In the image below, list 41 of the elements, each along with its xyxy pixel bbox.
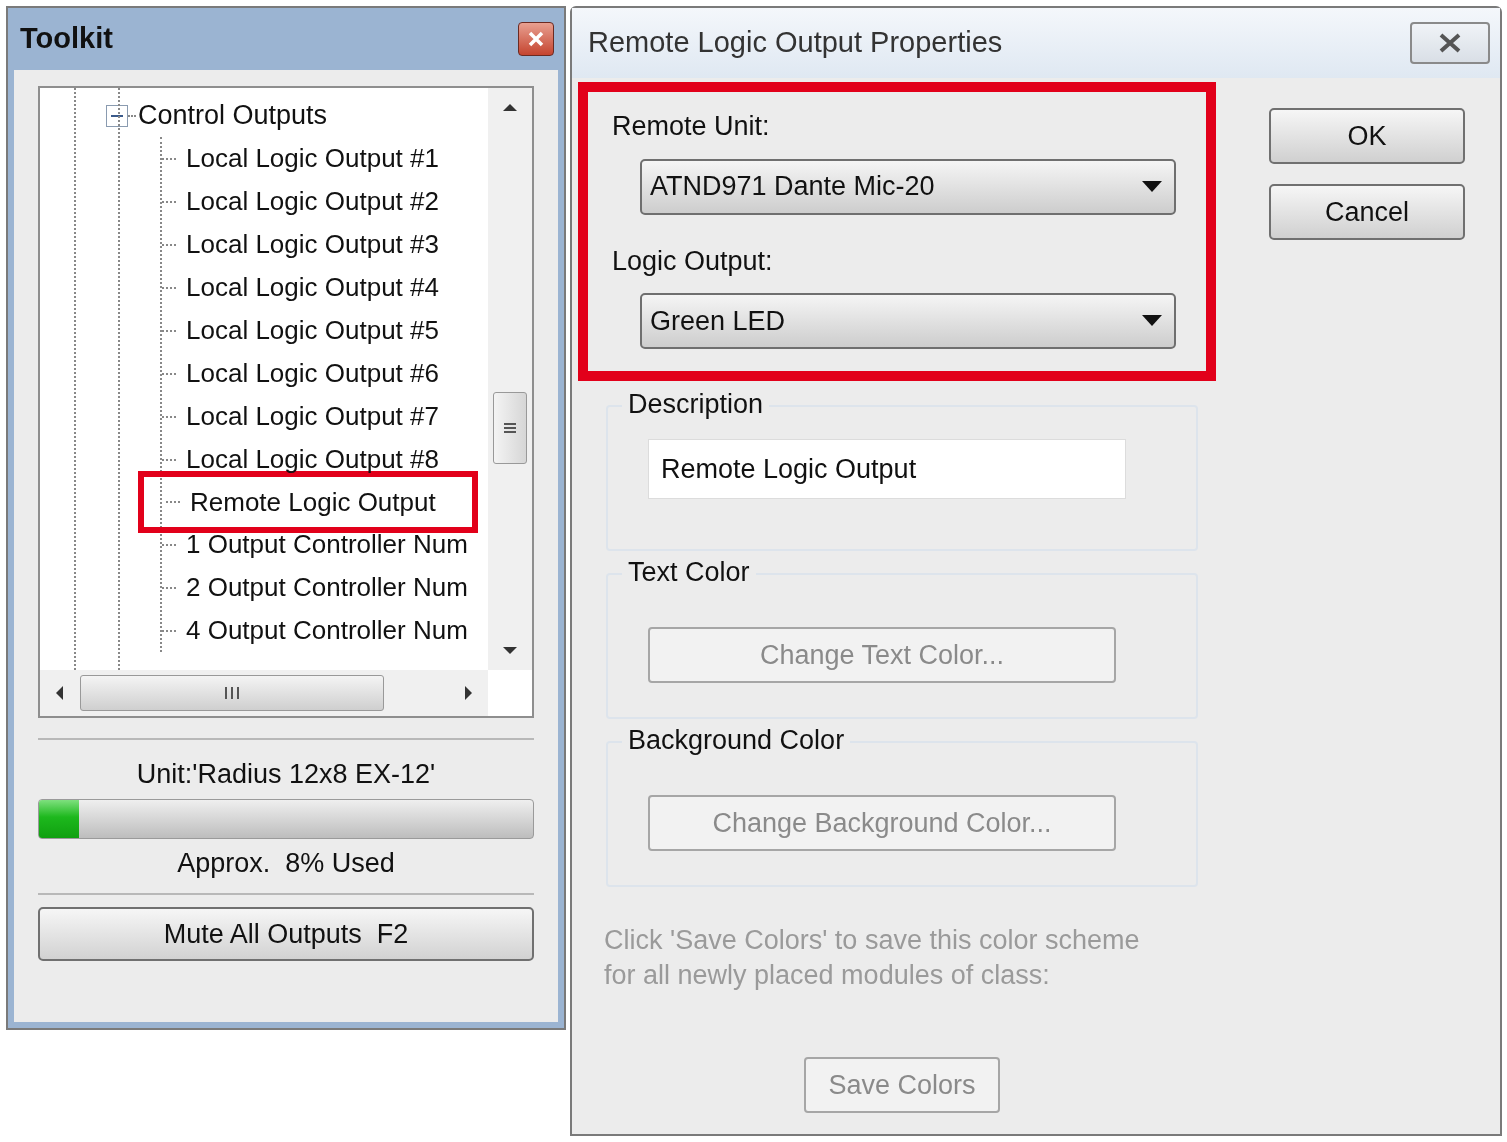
tree-item[interactable]: Local Logic Output #3 (176, 225, 439, 264)
mute-all-button[interactable]: Mute All Outputs F2 (38, 907, 534, 961)
grip-icon (222, 685, 242, 701)
tree-item[interactable]: Local Logic Output #2 (176, 182, 439, 221)
tree-item[interactable]: Local Logic Output #4 (176, 268, 439, 307)
close-button[interactable] (1410, 22, 1490, 64)
tree-item[interactable]: 4 Output Controller Num (176, 611, 468, 650)
close-icon (527, 31, 545, 47)
tree-item[interactable]: Local Logic Output #6 (176, 354, 439, 393)
tree-item[interactable]: Local Logic Output #7 (176, 397, 439, 436)
tree-item[interactable]: 1 Output Controller Num (176, 525, 468, 564)
scroll-left-icon[interactable] (54, 685, 64, 701)
tree-item[interactable]: Control Outputs (136, 95, 328, 136)
scroll-thumb[interactable] (493, 392, 527, 464)
dialog-button[interactable]: Cancel (1269, 184, 1465, 240)
field-label: Remote Unit: (611, 110, 771, 143)
scroll-thumb[interactable] (80, 675, 384, 711)
dropdown[interactable]: ATND971 Dante Mic-20 (640, 158, 1176, 215)
dropdown-arrow-icon (1142, 315, 1162, 327)
hint-text: Click 'Save Colors' to save this color scheme for all newly placed modules of class: (604, 924, 1141, 992)
tree-item[interactable]: Local Logic Output #1 (176, 139, 439, 178)
tree-item[interactable]: Local Logic Output #8 (176, 440, 439, 479)
horizontal-scrollbar[interactable] (40, 670, 488, 716)
scroll-right-icon[interactable] (464, 685, 474, 701)
panel-title: Toolkit (20, 21, 113, 57)
scroll-up-icon[interactable] (502, 102, 518, 112)
dropdown[interactable]: Green LED (640, 293, 1176, 349)
tree-item[interactable]: Local Logic Output #5 (176, 311, 439, 350)
grip-icon (502, 421, 518, 435)
tree-item[interactable]: 2 Output Controller Num (176, 568, 468, 607)
close-button[interactable] (518, 22, 554, 56)
dropdown-arrow-icon (1142, 180, 1162, 193)
dialog-title: Remote Logic Output Properties (588, 25, 1003, 61)
usage-reading: Approx. 8% Used (176, 846, 396, 880)
field-label: Logic Output: (611, 244, 774, 278)
dialog-button[interactable]: OK (1269, 108, 1465, 164)
collapse-icon[interactable] (106, 104, 128, 127)
unit-label: Unit:'Radius 12x8 EX-12' (135, 758, 437, 791)
description-field[interactable]: Remote Logic Output (648, 439, 1126, 499)
scroll-down-icon[interactable] (502, 646, 518, 656)
vertical-scrollbar[interactable] (488, 88, 532, 670)
